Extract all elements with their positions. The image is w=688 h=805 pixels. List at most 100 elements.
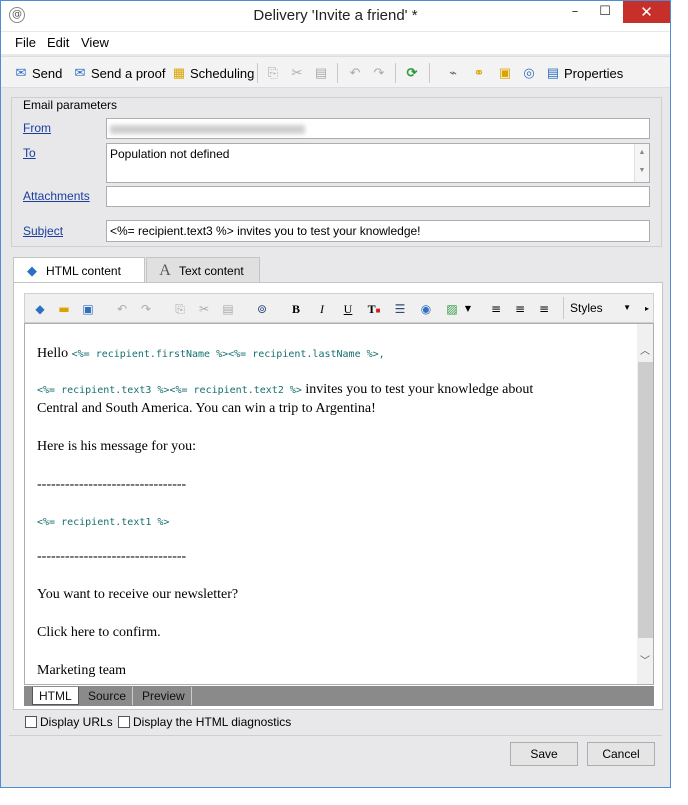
scroll-thumb[interactable] (638, 362, 653, 638)
display-diagnostics-option[interactable]: Display the HTML diagnostics (118, 715, 291, 729)
message-personalization: <%= recipient.text1 %> (37, 517, 170, 528)
display-urls-option[interactable]: Display URLs (25, 715, 113, 729)
tab-html-content[interactable]: ◆ HTML content (13, 257, 145, 284)
from-link[interactable]: From (23, 121, 51, 135)
tab-source[interactable]: Source (82, 687, 134, 705)
underline-button[interactable]: U (339, 300, 357, 318)
toolbar-overflow-icon[interactable]: ▸ (638, 300, 656, 318)
scroll-up-icon[interactable]: ︿ (640, 342, 650, 357)
save-disk-icon[interactable]: ▣ (79, 300, 97, 318)
invite-text: invites you to test your knowledge about (301, 382, 534, 397)
redo-icon[interactable]: ↷ (137, 300, 155, 318)
subject-link[interactable]: Subject (23, 224, 63, 238)
attachment-icon[interactable]: ⌁ (445, 65, 461, 81)
tab-text-label: Text content (179, 263, 244, 278)
redo-icon[interactable]: ↷ (371, 65, 387, 81)
display-diagnostics-checkbox[interactable] (118, 716, 130, 728)
copy-icon[interactable]: ⎘ (265, 65, 281, 81)
gift-icon[interactable]: ▣ (497, 65, 513, 81)
minimize-button[interactable]: – (561, 1, 589, 23)
menu-view[interactable]: View (81, 35, 109, 50)
align-center-icon[interactable]: ≡ (511, 300, 529, 318)
send-proof-label: Send a proof (91, 65, 166, 81)
content-scrollbar[interactable]: ︿ ﹀ (637, 324, 653, 684)
invite-personalization: <%= recipient.text3 %><%= recipient.text… (37, 385, 302, 396)
tab-text-content[interactable]: A Text content (146, 257, 260, 283)
align-left-icon[interactable]: ≡ (487, 300, 505, 318)
editor-toolbar: ◆ ▬ ▣ ↶ ↷ ⎘ ✂ ▤ ⊚ B I U T■ ☰ ◉ ▨ ▼ ≡ ≡ ≡… (24, 293, 654, 323)
image-dropdown-icon[interactable]: ▼ (459, 300, 477, 318)
align-right-icon[interactable]: ≡ (535, 300, 553, 318)
scheduling-button[interactable]: ▦ Scheduling (171, 63, 254, 83)
send-proof-icon: ✉ (74, 65, 86, 80)
newsletter-question: You want to receive our newsletter? (37, 587, 239, 602)
text-color-icon[interactable]: T■ (365, 300, 383, 318)
toolbar-separator (395, 63, 396, 83)
html-editor-panel: ◆ ▬ ▣ ↶ ↷ ⎘ ✂ ▤ ⊚ B I U T■ ☰ ◉ ▨ ▼ ≡ ≡ ≡… (13, 282, 663, 710)
message-line: <%= recipient.text1 %> (37, 514, 169, 530)
styles-dropdown[interactable]: Styles ▼ (563, 297, 637, 319)
properties-button[interactable]: ▤ Properties (545, 63, 623, 83)
message-intro: Here is his message for you: (37, 439, 197, 454)
scroll-down-icon[interactable]: ﹀ (640, 652, 650, 667)
tracking-icon[interactable]: ◎ (521, 65, 537, 81)
link-icon[interactable]: ⚭ (471, 65, 487, 81)
insert-link-icon[interactable]: ◉ (417, 300, 435, 318)
properties-label: Properties (564, 65, 624, 81)
maximize-button[interactable]: ☐ (591, 1, 619, 23)
paste-icon[interactable]: ▤ (313, 65, 329, 81)
subject-field[interactable]: <%= recipient.text3 %> invites you to te… (106, 220, 650, 242)
cut-icon[interactable]: ✂ (195, 300, 213, 318)
title-bar: @ Delivery 'Invite a friend' * – ☐ ✕ (1, 1, 670, 31)
to-link[interactable]: To (23, 146, 36, 160)
bold-button[interactable]: B (287, 300, 305, 318)
undo-icon[interactable]: ↶ (113, 300, 131, 318)
copy-icon[interactable]: ⎘ (171, 300, 189, 318)
html-content-area[interactable]: Hello <%= recipient.firstName %><%= reci… (24, 323, 654, 685)
send-proof-button[interactable]: ✉ Send a proof (72, 63, 166, 83)
italic-button[interactable]: I (313, 300, 331, 318)
to-value: Population not defined (110, 147, 230, 161)
to-scrollbar[interactable]: ▲ ▼ (634, 144, 649, 182)
cancel-button[interactable]: Cancel (587, 742, 655, 766)
display-diagnostics-label: Display the HTML diagnostics (133, 715, 292, 729)
close-button[interactable]: ✕ (623, 1, 670, 23)
prize-line: Central and South America. You can win a… (37, 401, 376, 416)
hello-personalization: <%= recipient.firstName %><%= recipient.… (71, 349, 385, 360)
attachments-field[interactable] (106, 186, 650, 207)
undo-icon[interactable]: ↶ (347, 65, 363, 81)
open-folder-icon[interactable]: ▬ (55, 300, 73, 318)
divider-top: -------------------------------- (37, 477, 187, 492)
hello-text: Hello (37, 346, 69, 361)
save-button[interactable]: Save (510, 742, 578, 766)
main-toolbar: ✉ Send ✉ Send a proof ▦ Scheduling ⎘ ✂ ▤… (1, 56, 670, 88)
invite-line: <%= recipient.text3 %><%= recipient.text… (37, 382, 533, 398)
send-icon: ✉ (15, 65, 27, 80)
menu-bar: File Edit View (1, 32, 670, 54)
find-binoculars-icon[interactable]: ⊚ (253, 300, 271, 318)
paste-icon[interactable]: ▤ (219, 300, 237, 318)
greeting-line: Hello <%= recipient.firstName %><%= reci… (37, 346, 385, 362)
to-field[interactable]: Population not defined ▲ ▼ (106, 143, 650, 183)
menu-edit[interactable]: Edit (47, 35, 69, 50)
bullet-list-icon[interactable]: ☰ (391, 300, 409, 318)
content-tabs: ◆ HTML content A Text content (13, 257, 663, 284)
tab-html-label: HTML content (46, 264, 121, 278)
toolbar-separator (257, 63, 258, 83)
html-content-icon: ◆ (27, 263, 37, 278)
menu-file[interactable]: File (15, 35, 36, 50)
divider-bottom: -------------------------------- (37, 549, 187, 564)
from-field[interactable] (106, 118, 650, 139)
tab-html[interactable]: HTML (32, 687, 79, 705)
cut-icon[interactable]: ✂ (289, 65, 305, 81)
send-button[interactable]: ✉ Send (13, 63, 63, 83)
signature: Marketing team (37, 663, 127, 678)
confirm-link-text[interactable]: Click here to confirm. (37, 625, 161, 641)
refresh-icon[interactable]: ⟳ (404, 65, 420, 81)
tab-preview[interactable]: Preview (136, 687, 192, 705)
text-content-icon: A (159, 261, 171, 279)
toolbar-separator (429, 63, 430, 83)
personalize-icon[interactable]: ◆ (31, 300, 49, 318)
display-urls-checkbox[interactable] (25, 716, 37, 728)
attachments-link[interactable]: Attachments (23, 189, 90, 203)
